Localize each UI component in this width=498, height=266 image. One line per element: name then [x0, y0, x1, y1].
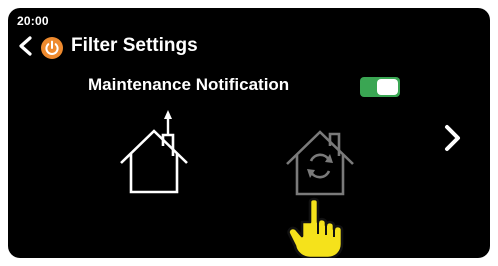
- pointing-hand-icon: [287, 197, 344, 258]
- house-recirculation-icon[interactable]: [284, 124, 356, 196]
- status-time: 20:00: [17, 14, 49, 28]
- maintenance-notification-toggle[interactable]: [360, 77, 400, 97]
- chevron-right-icon[interactable]: [440, 123, 464, 153]
- power-icon: [41, 37, 63, 59]
- maintenance-notification-label: Maintenance Notification: [88, 75, 290, 94]
- house-exhaust-icon[interactable]: [118, 108, 190, 194]
- device-screen: 20:00 Filter Settings Maintenance Notifi…: [8, 8, 490, 258]
- chevron-left-icon[interactable]: [16, 35, 36, 57]
- page-title: Filter Settings: [71, 35, 198, 56]
- toggle-knob: [377, 79, 398, 95]
